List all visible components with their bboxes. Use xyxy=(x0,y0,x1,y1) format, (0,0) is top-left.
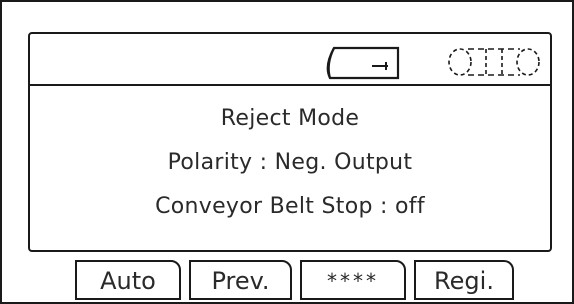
mode-title: Reject Mode xyxy=(220,106,360,131)
dashed-sensor-icon xyxy=(448,48,540,76)
auto-softkey[interactable]: Auto xyxy=(75,260,181,300)
lcd-screen: Reject Mode Polarity : Neg. Output Conve… xyxy=(28,32,552,252)
regi-softkey[interactable]: Regi. xyxy=(414,260,514,300)
device-panel: Reject Mode Polarity : Neg. Output Conve… xyxy=(0,0,574,304)
password-softkey[interactable]: **** xyxy=(300,260,406,300)
conveyor-belt-stop-setting: Conveyor Belt Stop : off xyxy=(155,194,425,219)
conveyor-belt-icon xyxy=(326,46,400,80)
prev-softkey[interactable]: Prev. xyxy=(189,260,292,300)
polarity-setting: Polarity : Neg. Output xyxy=(167,150,413,175)
status-bar xyxy=(30,34,550,86)
